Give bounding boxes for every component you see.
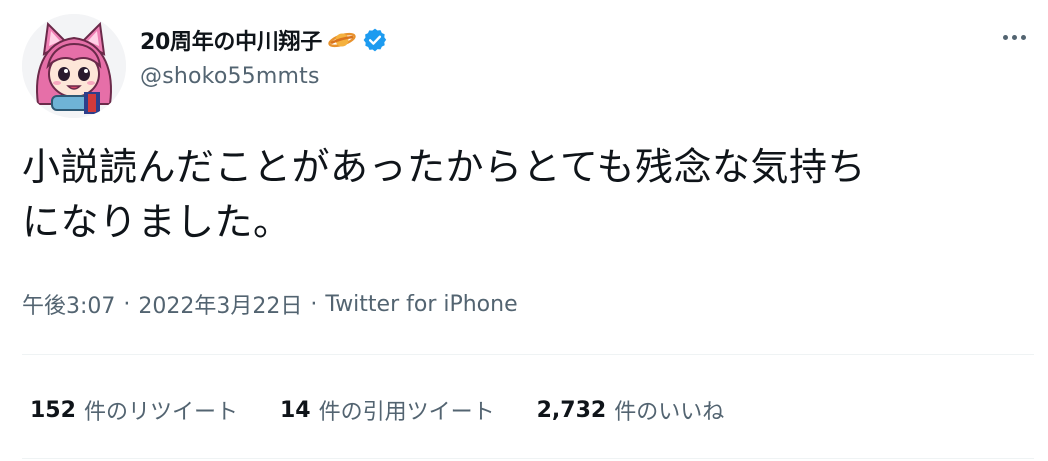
more-dot-icon bbox=[1002, 34, 1008, 40]
retweets-stat[interactable]: 152 件のリツイート bbox=[30, 394, 238, 426]
quote-tweets-label: 件の引用ツイート bbox=[318, 400, 495, 425]
ringed-planet-icon bbox=[328, 29, 356, 51]
quote-tweets-count: 14 bbox=[279, 397, 311, 423]
retweets-count: 152 bbox=[30, 397, 76, 423]
more-dot-icon bbox=[1011, 34, 1017, 40]
tweet-meta: 午後3:07 · 2022年3月22日 · Twitter for iPhone bbox=[22, 286, 518, 322]
verified-badge-icon bbox=[362, 27, 388, 53]
meta-separator: · bbox=[310, 291, 318, 317]
tweet-source-link[interactable]: Twitter for iPhone bbox=[325, 292, 517, 317]
retweets-label: 件のリツイート bbox=[83, 400, 238, 425]
divider bbox=[22, 354, 1034, 355]
tweet-stats: 152 件のリツイート 14 件の引用ツイート 2,732 件のいいね bbox=[30, 390, 766, 430]
quote-tweets-stat[interactable]: 14 件の引用ツイート bbox=[280, 394, 495, 426]
tweet-card: 20周年の中川翔子 @shoko55mmts 小説読んだことがあったからとても残… bbox=[0, 0, 1048, 461]
author-display-name[interactable]: 20周年の中川翔子 bbox=[140, 24, 322, 56]
likes-label: 件のいいね bbox=[614, 400, 725, 425]
more-dot-icon bbox=[1020, 34, 1026, 40]
avatar[interactable] bbox=[22, 14, 126, 118]
tweet-time[interactable]: 午後3:07 bbox=[22, 288, 115, 320]
tweet-date[interactable]: 2022年3月22日 bbox=[138, 288, 302, 320]
author-handle[interactable]: @shoko55mmts bbox=[140, 64, 320, 89]
more-options-button[interactable] bbox=[994, 22, 1034, 52]
likes-count: 2,732 bbox=[536, 397, 607, 423]
author-name-row[interactable]: 20周年の中川翔子 bbox=[140, 22, 388, 58]
tweet-text: 小説読んだことがあったからとても残念な気持ち になりました。 bbox=[22, 145, 866, 244]
meta-separator: · bbox=[123, 291, 131, 317]
divider bbox=[22, 458, 1034, 459]
likes-stat[interactable]: 2,732 件のいいね bbox=[537, 394, 725, 426]
cat-eared-pink-hair-avatar-icon bbox=[22, 14, 126, 118]
